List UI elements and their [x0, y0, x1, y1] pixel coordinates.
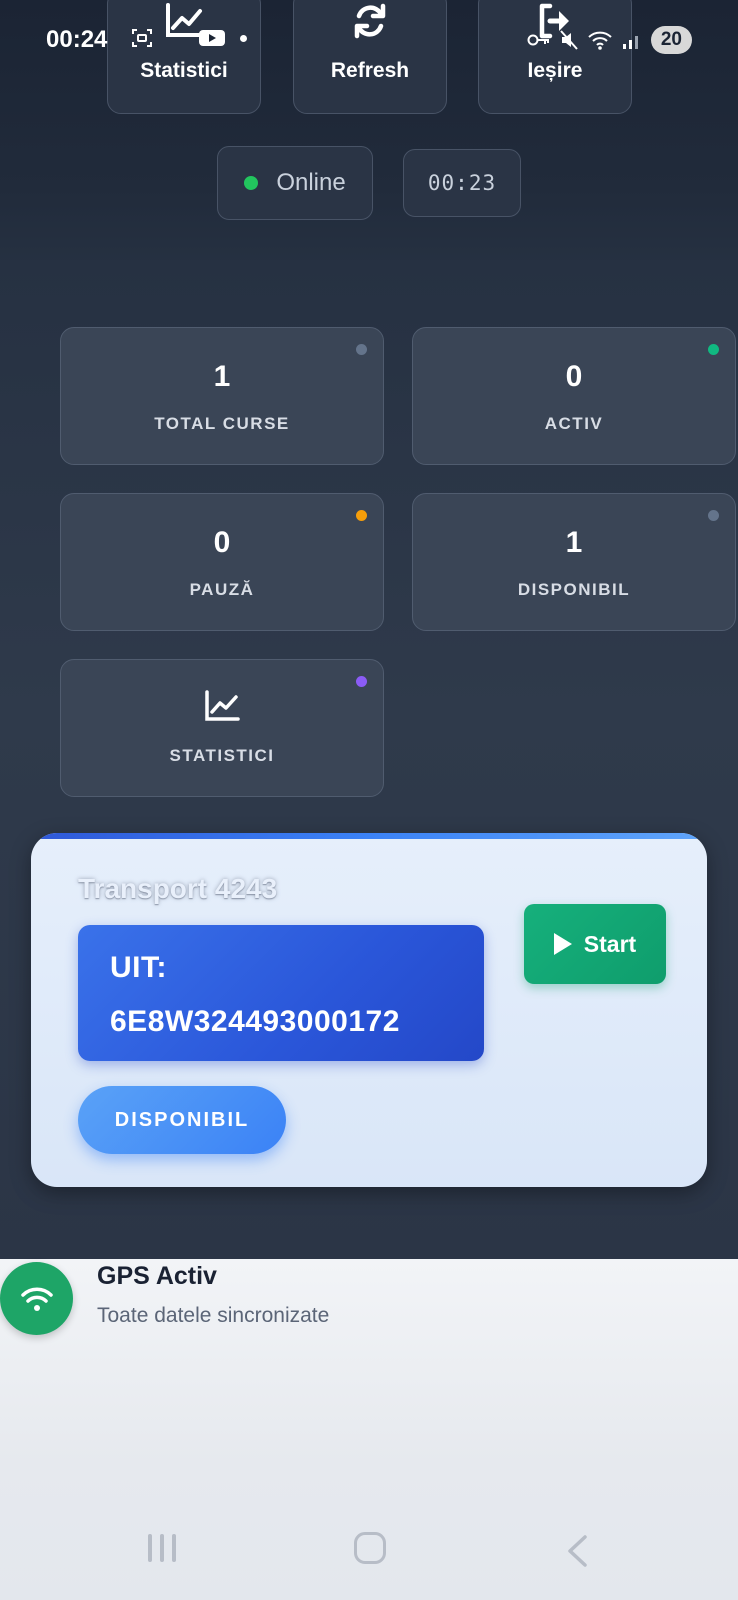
gps-subtitle: Toate datele sincronizate — [97, 1304, 330, 1327]
mute-icon — [560, 30, 578, 50]
dot-icon — [240, 34, 247, 42]
status-dot-icon — [356, 510, 367, 521]
status-icons-left — [130, 26, 247, 50]
signal-icon — [622, 36, 638, 49]
stat-active-value: 0 — [565, 360, 583, 393]
stat-available-value: 1 — [565, 526, 583, 559]
status-dot-icon — [708, 344, 719, 355]
uit-code: 6E8W324493000172 — [110, 1005, 400, 1038]
stat-pause-value: 0 — [213, 526, 231, 559]
youtube-icon — [199, 30, 225, 46]
status-badge[interactable]: DISPONIBIL — [78, 1086, 286, 1154]
stat-card-statistics[interactable]: STATISTICI — [60, 659, 384, 797]
connection-status-text: Online — [276, 169, 346, 196]
chart-line-icon — [205, 690, 240, 721]
start-button-label: Start — [583, 930, 637, 957]
status-time: 00:24 — [46, 26, 108, 53]
uit-display: UIT: 6E8W324493000172 — [78, 925, 484, 1061]
key-icon — [527, 34, 549, 46]
screenshot-icon — [132, 29, 152, 47]
stat-total-label: TOTAL CURSE — [154, 414, 290, 433]
online-dot-icon — [244, 176, 259, 190]
stat-total-value: 1 — [213, 360, 231, 393]
stat-active-label: ACTIV — [544, 414, 604, 433]
stat-card-available[interactable]: 1 DISPONIBIL — [412, 493, 736, 631]
stat-pause-label: PAUZĂ — [189, 580, 255, 599]
stat-card-total[interactable]: 1 TOTAL CURSE — [60, 327, 384, 465]
navigation-bar — [0, 1520, 738, 1590]
clock-display: 00:23 — [403, 149, 521, 217]
card-accent-bar — [31, 833, 707, 839]
status-dot-icon — [708, 510, 719, 521]
status-icons-right: 20 — [527, 26, 692, 54]
stat-card-active[interactable]: 0 ACTIV — [412, 327, 736, 465]
stat-statistics-label: STATISTICI — [169, 746, 275, 765]
status-dot-icon — [356, 676, 367, 687]
uit-label: UIT: — [110, 951, 167, 984]
gps-title: GPS Activ — [97, 1262, 217, 1290]
back-icon[interactable] — [565, 1534, 589, 1568]
status-bar: 00:24 20 — [0, 0, 738, 80]
play-icon — [553, 933, 572, 955]
connection-status: Online — [217, 146, 373, 220]
wifi-icon — [20, 1287, 53, 1311]
home-icon[interactable] — [354, 1532, 386, 1564]
stat-available-label: DISPONIBIL — [517, 580, 631, 599]
clock-text: 00:23 — [427, 171, 497, 195]
status-badge-label: DISPONIBIL — [114, 1108, 250, 1131]
battery-indicator: 20 — [650, 26, 692, 54]
recent-apps-icon[interactable] — [148, 1534, 176, 1562]
transport-card: Transport 4243 UIT: 6E8W324493000172 Sta… — [31, 833, 707, 1187]
wifi-icon — [588, 31, 612, 50]
start-button[interactable]: Start — [524, 904, 666, 984]
stat-card-pause[interactable]: 0 PAUZĂ — [60, 493, 384, 631]
transport-title: Transport 4243 — [78, 873, 278, 904]
status-dot-icon — [356, 344, 367, 355]
gps-status-icon — [0, 1262, 73, 1335]
